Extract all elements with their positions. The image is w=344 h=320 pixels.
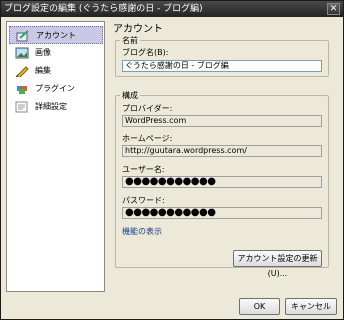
view-features-link[interactable]: 機能の表示 (122, 226, 162, 237)
sidebar-item-label: プラグイン (35, 84, 75, 93)
sidebar-item-label: 詳細設定 (35, 102, 67, 111)
homepage-field: http://guutara.wordpress.com/ (122, 145, 322, 157)
blog-name-input[interactable]: ぐうたら感謝の日 - ブログ編 (122, 60, 322, 72)
homepage-label: ホームページ: (122, 134, 173, 143)
name-group-legend: 名前 (122, 36, 138, 45)
account-icon (16, 30, 29, 42)
page-title: アカウント (113, 24, 163, 35)
sidebar-item-label: 編集 (35, 66, 51, 75)
provider-field: WordPress.com (122, 115, 322, 127)
username-label: ユーザー名: (122, 165, 165, 174)
window-title: ブログ設定の編集 (ぐうたら感謝の日 - ブログ編) (4, 4, 203, 14)
ok-button[interactable]: OK (239, 298, 280, 315)
cancel-button[interactable]: キャンセル (285, 298, 337, 315)
password-field: ●●●●●●●●●●● (122, 207, 322, 219)
sidebar-item-image[interactable]: 画像 (9, 44, 103, 62)
password-label: パスワード: (122, 196, 165, 205)
blog-name-label: ブログ名(B): (122, 48, 169, 57)
provider-label: プロバイダー: (122, 104, 173, 113)
settings-sidebar: アカウント 画像 編集 プラグイン 詳細設定 (6, 21, 105, 292)
username-field: ●●●●●●●●●●● (122, 176, 322, 188)
sidebar-item-label: アカウント (36, 31, 76, 40)
advanced-settings-icon (15, 101, 28, 113)
close-icon[interactable]: ✕ (327, 3, 340, 15)
pencil-icon (15, 66, 29, 77)
sidebar-item-label: 画像 (35, 48, 51, 57)
title-bar: ブログ設定の編集 (ぐうたら感謝の日 - ブログ編) ✕ (1, 1, 343, 17)
image-icon (15, 47, 29, 59)
config-group-legend: 構成 (122, 91, 138, 100)
sidebar-item-account[interactable]: アカウント (9, 26, 103, 44)
sidebar-item-edit[interactable]: 編集 (9, 62, 103, 80)
sidebar-item-plugin[interactable]: プラグイン (9, 80, 103, 98)
plugin-icon (17, 86, 27, 94)
blog-settings-dialog: ブログ設定の編集 (ぐうたら感謝の日 - ブログ編) ✕ アカウント 画像 編集 (0, 0, 344, 320)
sidebar-item-advanced[interactable]: 詳細設定 (9, 98, 103, 116)
update-account-button[interactable]: アカウント設定の更新(U)... (233, 250, 322, 278)
